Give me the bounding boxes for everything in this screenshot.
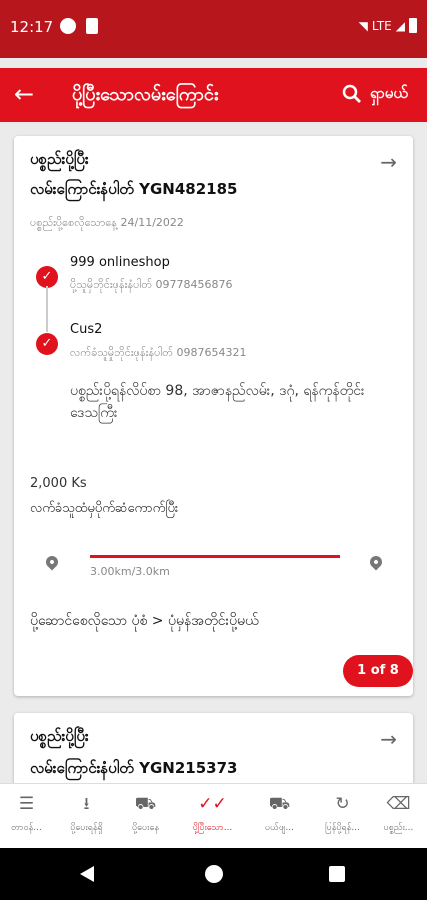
delivery-status: ပစ္စည်းပို့ပြီး bbox=[30, 727, 89, 745]
nav-item-items[interactable]: ⌫ ပစ္စည်း... bbox=[372, 784, 425, 848]
system-back-icon[interactable] bbox=[80, 866, 94, 882]
status-bar: 12:17 ◥ LTE ◢ bbox=[0, 0, 427, 58]
truck-icon: ⛟ bbox=[134, 794, 157, 814]
distance-label: 3.00km/3.0km bbox=[90, 565, 170, 578]
tracking-number: လမ်းကြောင်းနံပါတ် YGN215373 bbox=[30, 759, 238, 777]
payment-status: လက်ခံသူထံမှပိုက်ဆံကောက်ပြီး bbox=[30, 501, 179, 516]
app-bar: ← ပို့ပြီးသောလမ်းကြောင်း ရှာမယ် bbox=[0, 68, 427, 122]
return-truck-icon: ⛟ bbox=[268, 794, 291, 814]
list-icon: ☰ bbox=[18, 794, 35, 814]
system-home-icon[interactable] bbox=[205, 865, 223, 883]
sd-card-icon bbox=[86, 18, 98, 34]
step-connector bbox=[46, 286, 48, 332]
status-right: ◥ LTE ◢ bbox=[359, 18, 417, 33]
bottom-navigation: ☰ တာဝန်... ⭳ ပို့ပေးရန်ရှိ ⛟ ပို့ပေးနေ ✓… bbox=[0, 783, 427, 848]
delivery-address: ပစ္စည်းပို့ရန်လိပ်စာ 98, အာဇာနည်လမ်း, ဒဂ… bbox=[70, 383, 365, 421]
price: 2,000 Ks bbox=[30, 476, 87, 491]
nav-label: ပို့ပေးနေ bbox=[132, 823, 159, 833]
nav-item-return[interactable]: ↻ ပြန်ပို့ရန်... bbox=[316, 784, 369, 848]
nav-label: ပို့ပြီးသော... bbox=[192, 823, 233, 833]
delivery-card[interactable]: ပစ္စည်းပို့ပြီး → လမ်းကြောင်းနံပါတ် YGN4… bbox=[14, 136, 413, 696]
destination-pin-icon bbox=[367, 553, 385, 571]
back-arrow-icon[interactable]: ← bbox=[14, 80, 34, 108]
pager-badge[interactable]: 1 of 8 bbox=[343, 655, 413, 687]
distance-track-fill bbox=[90, 555, 340, 558]
receiver-check-icon: ✓ bbox=[36, 333, 58, 355]
search-icon[interactable] bbox=[340, 80, 364, 108]
download-icon: ⭳ bbox=[83, 794, 90, 814]
service-type: ပို့ဆောင်စေလိုသော ပုံစံ > ပုံမှန်အတိုင်း… bbox=[30, 613, 259, 629]
sender-name: 999 onlineshop bbox=[70, 255, 170, 270]
notification-icon bbox=[60, 18, 76, 34]
page-title: ပို့ပြီးသောလမ်းကြောင်း bbox=[72, 84, 219, 105]
nav-label: တာဝန်... bbox=[11, 823, 42, 833]
nav-label: ပို့ပေးရန်ရှိ bbox=[70, 823, 103, 833]
origin-pin-icon bbox=[43, 553, 61, 571]
app-screen: 12:17 ◥ LTE ◢ ← ပို့ပြီးသောလမ်းကြောင်း ရ… bbox=[0, 0, 427, 848]
nav-label: ပယ်ဖျ... bbox=[264, 823, 295, 833]
sender-phone: ပို့သူမှိဘိုင်းဖုန်းနံပါတ် 09778456876 bbox=[70, 278, 233, 291]
network-label: LTE bbox=[371, 18, 392, 33]
nav-label: ပြန်ပို့ရန်... bbox=[325, 823, 360, 833]
signal-icon: ◢ bbox=[395, 18, 405, 33]
nav-item-delivered[interactable]: ✓✓ ပို့ပြီးသော... bbox=[186, 784, 239, 848]
forward-arrow-icon[interactable]: → bbox=[380, 150, 397, 174]
nav-item-delivering[interactable]: ⛟ ပို့ပေးနေ bbox=[119, 784, 172, 848]
nav-item-tasks[interactable]: ☰ တာဝန်... bbox=[0, 784, 53, 848]
delivery-status: ပစ္စည်းပို့ပြီး bbox=[30, 150, 89, 168]
tracking-number: လမ်းကြောင်းနံပါတ် YGN482185 bbox=[30, 180, 238, 198]
forward-arrow-icon[interactable]: → bbox=[380, 727, 397, 751]
battery-icon bbox=[409, 18, 417, 33]
delete-icon: ⌫ bbox=[386, 794, 411, 814]
receiver-phone: လက်ခံသူမှိုဘိုင်းဖုန်းနံပါတ် 0987654321 bbox=[70, 346, 247, 359]
double-check-icon: ✓✓ bbox=[198, 794, 227, 814]
nav-item-cancelled[interactable]: ⛟ ပယ်ဖျ... bbox=[253, 784, 306, 848]
status-time: 12:17 bbox=[10, 18, 54, 36]
system-navigation-bar bbox=[0, 848, 427, 900]
wifi-icon: ◥ bbox=[358, 18, 368, 33]
distance-track bbox=[90, 555, 340, 558]
search-button[interactable]: ရှာမယ် bbox=[370, 84, 408, 106]
nav-label: ပစ္စည်း... bbox=[383, 823, 414, 833]
request-date: ပစ္စည်းပို့စေလိုသောနေ့ 24/11/2022 bbox=[30, 216, 184, 229]
nav-item-to-deliver[interactable]: ⭳ ပို့ပေးရန်ရှိ bbox=[60, 784, 113, 848]
sender-check-icon: ✓ bbox=[36, 266, 58, 288]
system-recents-icon[interactable] bbox=[329, 866, 345, 882]
refresh-icon: ↻ bbox=[335, 794, 350, 814]
receiver-name: Cus2 bbox=[70, 322, 103, 337]
